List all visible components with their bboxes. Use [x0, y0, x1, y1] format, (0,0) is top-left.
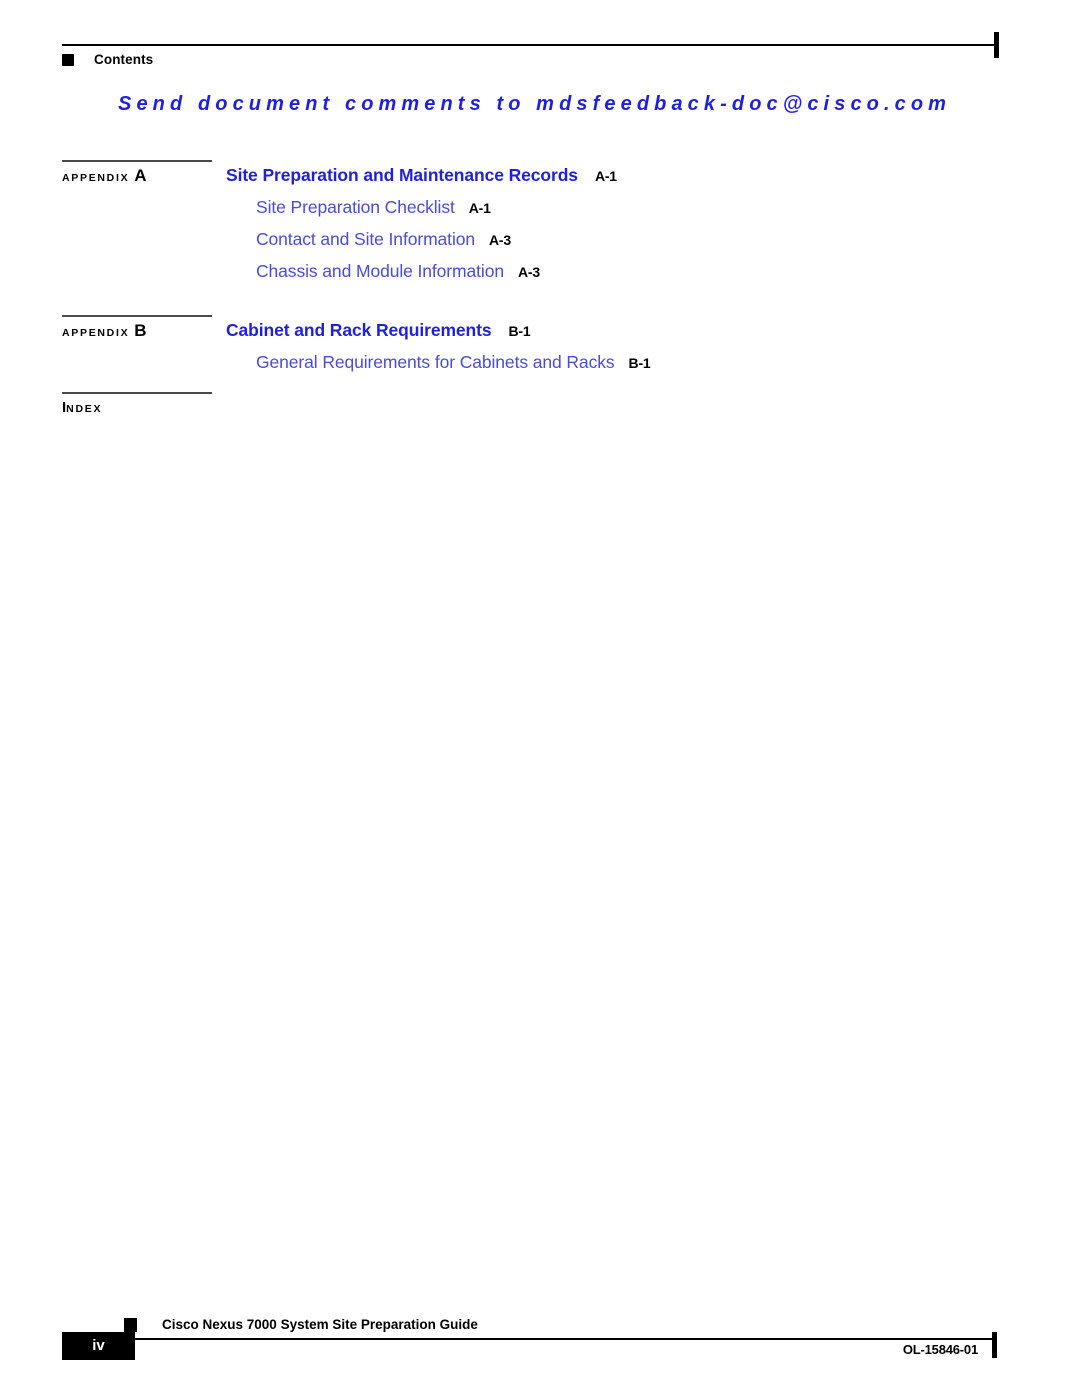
- running-head-end-tick: [994, 32, 999, 58]
- toc-entry-section[interactable]: Contact and Site Information A-3: [256, 228, 511, 252]
- toc-entry-title: Site Preparation Checklist: [256, 197, 455, 217]
- toc-entry-page: A-1: [594, 168, 617, 184]
- toc-entry-section[interactable]: General Requirements for Cabinets and Ra…: [256, 351, 651, 375]
- toc-entry-page: B-1: [508, 323, 531, 339]
- gutter-rule: [62, 315, 212, 317]
- toc-entry-title: Contact and Site Information: [256, 229, 475, 249]
- gutter-index-rest: NDEX: [66, 403, 103, 415]
- square-bullet-icon: [62, 54, 74, 66]
- gutter-word: APPENDIX: [62, 172, 130, 184]
- gutter-letter: A: [134, 166, 147, 185]
- toc-entry-page: A-3: [517, 264, 540, 280]
- square-bullet-icon: [124, 1318, 137, 1332]
- toc-entry-page: A-1: [468, 200, 491, 216]
- toc-entry-title: Cabinet and Rack Requirements: [226, 320, 492, 340]
- running-head-label: Contents: [94, 52, 154, 67]
- running-head: Contents: [62, 32, 999, 70]
- toc-entry-title: General Requirements for Cabinets and Ra…: [256, 352, 615, 372]
- toc-entry-page: A-3: [489, 232, 511, 248]
- gutter-text: APPENDIX B: [62, 322, 147, 342]
- gutter-text: APPENDIX A: [62, 167, 147, 187]
- toc-entry-page: B-1: [628, 355, 651, 371]
- toc-entry-section[interactable]: Chassis and Module Information A-3: [256, 260, 540, 284]
- gutter-letter: B: [134, 321, 147, 340]
- page-footer: Cisco Nexus 7000 System Site Preparation…: [62, 1317, 997, 1378]
- footer-guide-title: Cisco Nexus 7000 System Site Preparation…: [162, 1317, 478, 1332]
- toc-entry-section[interactable]: Site Preparation Checklist A-1: [256, 196, 491, 220]
- footer-document-number: OL-15846-01: [902, 1342, 978, 1357]
- gutter-word: APPENDIX: [62, 327, 130, 339]
- toc-entry-title: Site Preparation and Maintenance Records: [226, 165, 578, 185]
- toc-entry-title: Chassis and Module Information: [256, 261, 504, 281]
- feedback-banner: Send document comments to mdsfeedback-do…: [118, 93, 952, 115]
- gutter-rule: [62, 160, 212, 162]
- running-head-rule: [62, 44, 996, 46]
- gutter-text[interactable]: INDEX: [62, 399, 102, 418]
- footer-end-tick: [992, 1332, 997, 1358]
- document-page: Contents Send document comments to mdsfe…: [0, 0, 1080, 1397]
- footer-rule: [124, 1338, 996, 1340]
- toc-entry-chapter[interactable]: Site Preparation and Maintenance Records…: [226, 164, 617, 188]
- gutter-rule: [62, 392, 212, 394]
- toc-entry-chapter[interactable]: Cabinet and Rack Requirements B-1: [226, 319, 531, 343]
